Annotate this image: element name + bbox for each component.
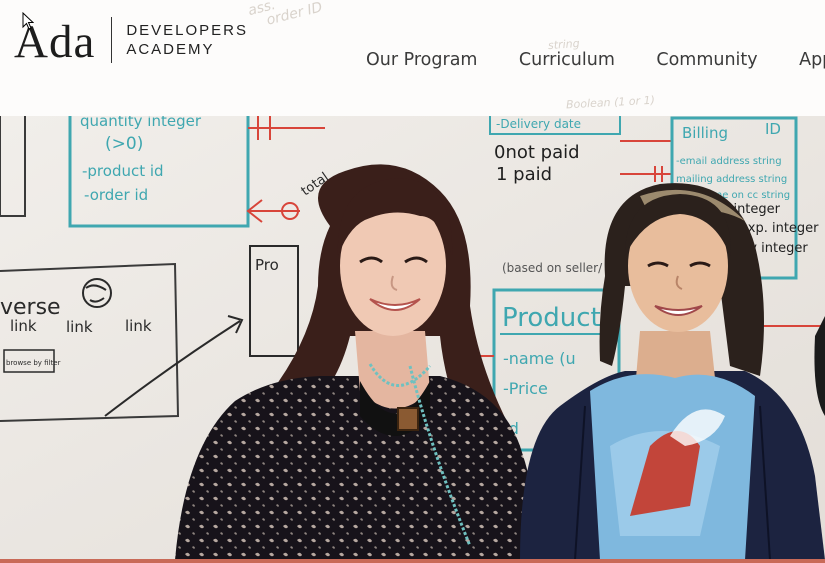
wb-pro: Pro (255, 256, 279, 274)
wb-product-id: -product id (82, 162, 164, 180)
main-nav: Our Program Curriculum Community Appl (366, 50, 825, 70)
wb-link-2: link (66, 318, 93, 336)
wb-paid: 1 paid (496, 164, 552, 185)
site-header: ass. order ID string Boolean (1 or 1) Ad… (0, 0, 825, 116)
logo-divider (111, 17, 113, 63)
wb-browse: browse by filter (6, 359, 61, 367)
nav-community[interactable]: Community (656, 50, 757, 70)
wb-id: ID (765, 120, 781, 138)
hero-illustration: quantity integer (>0) -product id -order… (0, 116, 825, 560)
nav-our-program[interactable]: Our Program (366, 50, 477, 70)
wb-quantity: quantity integer (80, 116, 202, 130)
mouse-pointer-icon (22, 12, 34, 30)
nav-apply[interactable]: Appl (799, 50, 825, 70)
logo-wordmark: DEVELOPERS ACADEMY (126, 21, 248, 59)
wb-delivery: -Delivery date (496, 117, 581, 131)
ada-logo-link[interactable]: Ada DEVELOPERS ACADEMY (14, 14, 248, 66)
logo-line-academy: ACADEMY (126, 41, 215, 58)
nav-curriculum[interactable]: Curriculum (519, 50, 615, 70)
wb-zero: (>0) (105, 134, 143, 154)
wb-based-on: (based on seller/ (502, 261, 603, 275)
wb-product-price: -Price (503, 379, 548, 398)
wb-billing-field-5: exp. integer (740, 221, 819, 236)
wb-product-name: -name (u (503, 349, 576, 368)
hero-image: quantity integer (>0) -product id -order… (0, 116, 825, 560)
logo-line-developers: DEVELOPERS (126, 22, 249, 39)
header-scribble-boolean: Boolean (1 or 1) (565, 93, 656, 112)
wb-not-paid: 0not paid (494, 142, 580, 163)
wb-order-id: -order id (84, 186, 148, 204)
wb-billing: Billing (682, 124, 728, 142)
wb-link-3: link (125, 317, 152, 335)
wb-billing-field-2: mailing address string (676, 174, 787, 185)
accent-bar (0, 559, 825, 563)
wb-billing-field-1: -email address string (676, 156, 782, 167)
wb-product: Product (502, 303, 601, 333)
wb-link-1: link (10, 317, 37, 335)
